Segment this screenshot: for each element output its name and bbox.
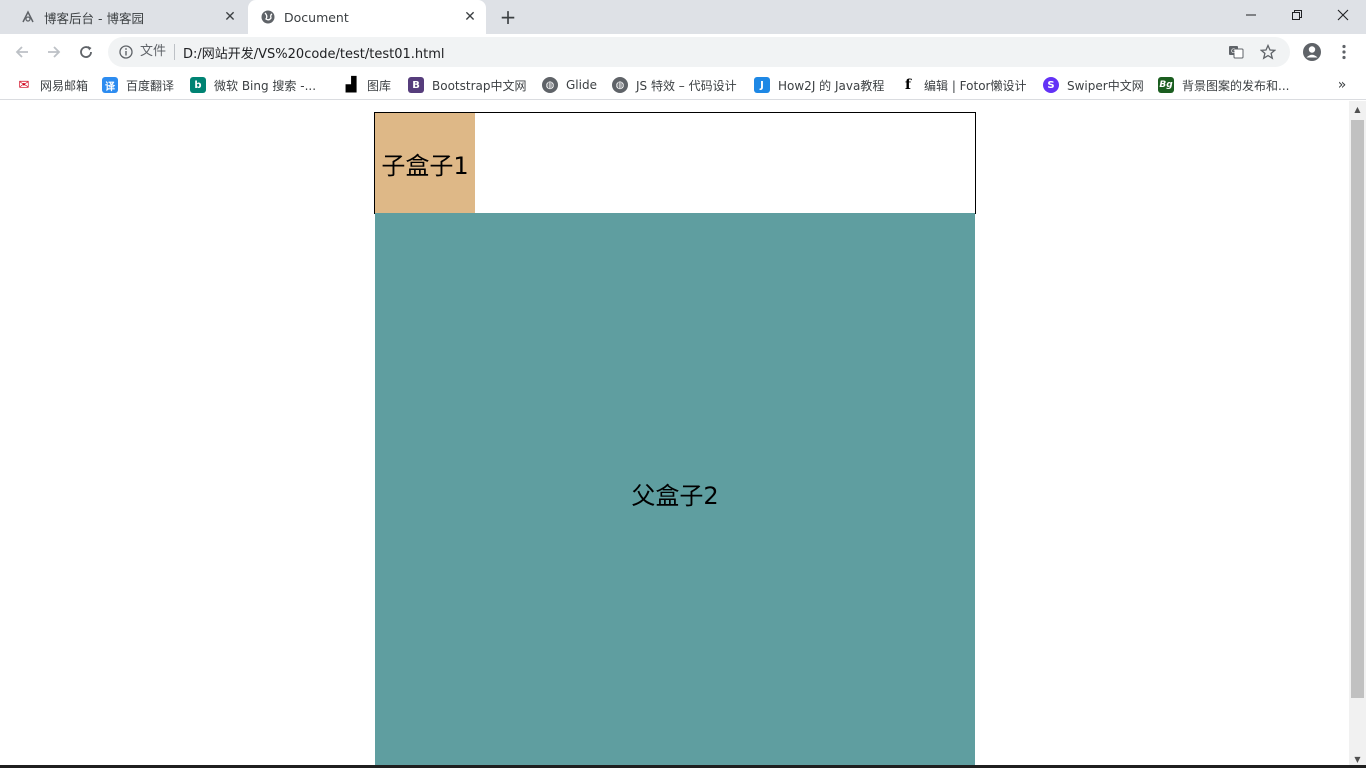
account-icon — [1303, 43, 1321, 61]
page-viewport: 子盒子1 父盒子2 ▲ ▼ — [0, 101, 1366, 768]
restore-icon — [1292, 10, 1302, 20]
bookmark-item[interactable]: ✉ 网易邮箱 — [16, 75, 88, 95]
scroll-up-arrow-icon[interactable]: ▲ — [1349, 101, 1366, 118]
bookmark-item[interactable]: ◍ Glide — [542, 75, 597, 95]
bing-icon: b — [190, 77, 206, 93]
bootstrap-icon: B — [408, 77, 424, 93]
swiper-icon: S — [1043, 77, 1059, 93]
tab-document[interactable]: Document ✕ — [248, 0, 486, 34]
globe-icon: ◍ — [612, 77, 628, 93]
bookmark-label: 网易邮箱 — [40, 78, 89, 93]
bookmark-label: Glide — [566, 78, 597, 92]
toolbar: 文件 D:/网站开发/VS%20code/test/test01.html G — [0, 34, 1366, 70]
tab-strip: 博客后台 - 博客园 ✕ Document ✕ + — [0, 0, 1366, 34]
parent-box-2: 父盒子2 — [375, 213, 975, 768]
back-button[interactable] — [8, 38, 36, 66]
bookmarks-bar: ✉ 网易邮箱 译 百度翻译 b 微软 Bing 搜索 -... ▟ 图库 B B… — [0, 70, 1366, 100]
tab-title: Document — [284, 9, 349, 25]
vertical-scrollbar[interactable]: ▲ ▼ — [1349, 101, 1366, 768]
svg-text:G: G — [1231, 48, 1236, 55]
close-tab-icon[interactable]: ✕ — [220, 7, 240, 27]
bookmark-item[interactable]: S Swiper中文网 — [1043, 75, 1144, 95]
netease-mail-icon: ✉ — [16, 77, 32, 93]
url-text[interactable]: D:/网站开发/VS%20code/test/test01.html — [183, 43, 1226, 62]
info-icon[interactable] — [118, 44, 134, 60]
bookmark-item[interactable]: J How2J 的 Java教程 — [754, 75, 884, 95]
gallery-icon: ▟ — [343, 77, 359, 93]
bookmark-label: 背景图案的发布和... — [1182, 78, 1290, 93]
bookmark-label: 百度翻译 — [126, 78, 175, 93]
bookmark-label: Bootstrap中文网 — [432, 78, 527, 93]
child-box-1: 子盒子1 — [375, 113, 475, 213]
bookmark-label: 微软 Bing 搜索 -... — [214, 78, 317, 93]
tab-cnblogs[interactable]: 博客后台 - 博客园 ✕ — [8, 0, 246, 34]
bookmark-item[interactable]: f 编辑 | Fotor懒设计 — [900, 75, 1026, 95]
bookmark-label: How2J 的 Java教程 — [778, 78, 885, 93]
minimize-icon — [1246, 14, 1256, 16]
profile-button[interactable] — [1300, 40, 1324, 64]
tab-title: 博客后台 - 博客园 — [44, 10, 144, 26]
close-window-button[interactable] — [1320, 0, 1366, 30]
arrow-right-icon — [48, 46, 61, 58]
baidu-translate-icon: 译 — [102, 77, 118, 93]
restore-button[interactable] — [1274, 0, 1320, 30]
bookmark-label: 编辑 | Fotor懒设计 — [924, 78, 1027, 93]
bg-patterns-icon: Bg — [1158, 77, 1174, 93]
forward-button[interactable] — [40, 38, 68, 66]
minimize-button[interactable] — [1228, 0, 1274, 30]
close-tab-icon[interactable]: ✕ — [460, 7, 480, 27]
new-tab-button[interactable]: + — [496, 5, 520, 29]
cnblogs-icon — [20, 9, 36, 25]
bookmark-item[interactable]: B Bootstrap中文网 — [408, 75, 526, 95]
bookmark-item[interactable]: b 微软 Bing 搜索 -... — [190, 75, 316, 95]
bookmark-item[interactable]: 译 百度翻译 — [102, 75, 174, 95]
address-bar[interactable]: 文件 D:/网站开发/VS%20code/test/test01.html G — [108, 37, 1290, 67]
outer-container-box: 子盒子1 — [374, 112, 976, 214]
reload-icon — [80, 46, 92, 58]
globe-icon: ◍ — [542, 77, 558, 93]
bookmark-label: 图库 — [367, 78, 392, 93]
translate-icon[interactable]: G — [1226, 42, 1246, 62]
bookmark-item[interactable]: Bg 背景图案的发布和... — [1158, 75, 1289, 95]
scrollbar-thumb[interactable] — [1351, 120, 1364, 698]
fotor-icon: f — [900, 77, 916, 93]
bookmark-star-icon[interactable] — [1258, 42, 1278, 62]
arrow-left-icon — [15, 46, 28, 58]
browser-window: 博客后台 - 博客园 ✕ Document ✕ + 文件 D:/网站开发/VS%… — [0, 0, 1366, 768]
how2j-icon: J — [754, 77, 770, 93]
bookmarks-overflow-chevron-icon[interactable]: » — [1332, 75, 1352, 95]
reload-button[interactable] — [72, 38, 100, 66]
scheme-label: 文件 — [140, 44, 176, 60]
menu-button[interactable] — [1334, 40, 1354, 64]
bookmark-label: Swiper中文网 — [1067, 78, 1144, 93]
bookmark-item[interactable]: ◍ JS 特效 – 代码设计 — [612, 75, 737, 95]
globe-icon — [260, 9, 276, 25]
more-vert-icon — [1342, 44, 1346, 60]
bookmark-item[interactable]: ▟ 图库 — [343, 75, 391, 95]
bookmark-label: JS 特效 – 代码设计 — [636, 78, 737, 93]
close-icon — [1337, 9, 1349, 21]
